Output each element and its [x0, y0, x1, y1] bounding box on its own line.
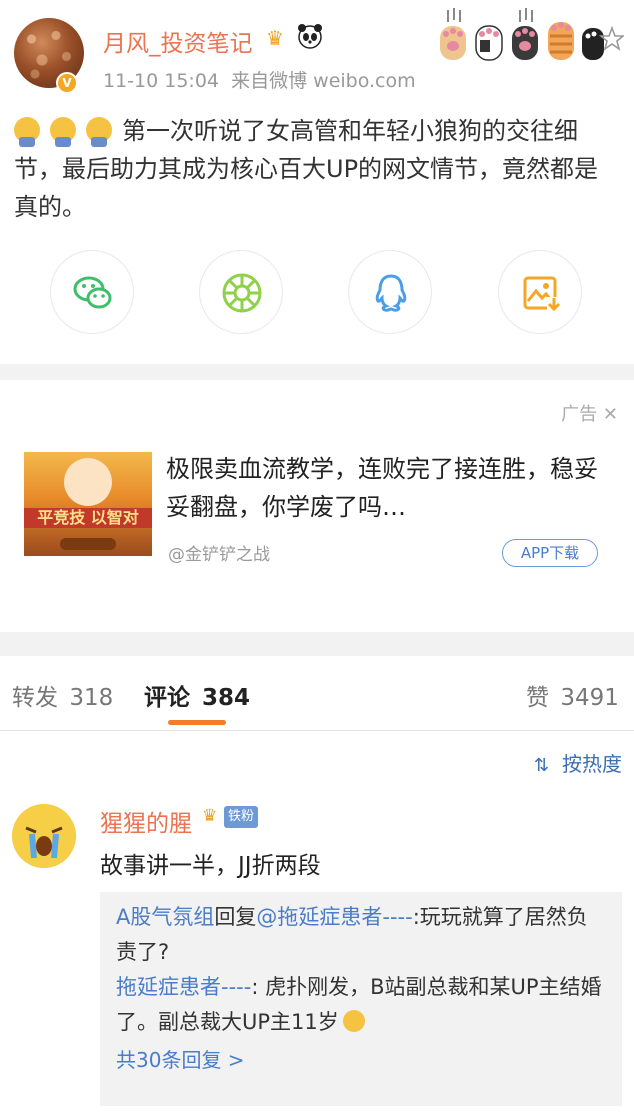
- reply-word: 回复: [214, 905, 257, 929]
- sort-button[interactable]: ⇅ 按热度: [534, 748, 622, 777]
- ad-tag[interactable]: 广告 ✕: [561, 400, 618, 426]
- fan-badge: 铁粉: [224, 806, 259, 828]
- comment-item: 猩猩的腥 ♛ 铁粉 故事讲一半，JJ折两段 A股气氛组回复@拖延症患者----:…: [0, 790, 634, 1112]
- ad-card[interactable]: 广告 ✕ 平竞技 以智对 极限卖血流教学，连败完了接连胜，稳妥妥翻盘，你学废了吗…: [0, 380, 634, 632]
- ad-close-icon[interactable]: ✕: [603, 404, 618, 425]
- reply-item: A股气氛组回复@拖延症患者----:玩玩就算了居然负责了?: [116, 900, 608, 970]
- active-tab-indicator: [168, 720, 226, 725]
- sort-label: 按热度: [562, 752, 622, 776]
- emoji-icon: [14, 117, 40, 147]
- share-row: [0, 250, 634, 336]
- ad-image-text: 平竞技 以智对: [24, 508, 152, 528]
- post-source[interactable]: 来自微博 weibo.com: [231, 70, 416, 92]
- tab-comment-count: 384: [202, 685, 251, 711]
- moments-icon: [222, 273, 262, 313]
- share-qq-button[interactable]: [348, 250, 432, 334]
- section-gap: [0, 632, 634, 656]
- share-moments-button[interactable]: [199, 250, 283, 334]
- reply-mention[interactable]: @拖延症患者----: [256, 905, 412, 929]
- ad-author[interactable]: @金铲铲之战: [168, 540, 270, 565]
- emoji-icon: [86, 117, 112, 147]
- tab-comment-label: 评论: [144, 685, 190, 711]
- reply-author[interactable]: A股气氛组: [116, 905, 214, 929]
- tab-repost-count: 318: [69, 685, 114, 711]
- star-icon: [598, 25, 624, 51]
- save-image-icon: [523, 276, 561, 312]
- weibo-post: V 月风_投资笔记 ♛ 11-10 15:04 来自微博 weibo.com 第…: [0, 0, 634, 364]
- ad-character: [64, 458, 112, 506]
- paw-icon-3: [512, 8, 538, 60]
- emoji-icon: [50, 117, 76, 147]
- crown-icon: ♛: [266, 26, 284, 50]
- post-username[interactable]: 月风_投资笔记: [103, 24, 253, 58]
- save-image-button[interactable]: [498, 250, 582, 334]
- wechat-icon: [73, 276, 112, 309]
- post-time: 11-10 15:04: [103, 70, 220, 92]
- paw-icon-4: [548, 22, 574, 60]
- tab-repost-label: 转发: [12, 685, 58, 711]
- post-text: 第一次听说了女高管和年轻小狼狗的交往细节，最后助力其成为核心百大UP的网文情节，…: [14, 112, 614, 226]
- section-gap: [0, 364, 634, 380]
- app-download-button[interactable]: APP下载: [502, 539, 598, 567]
- paw-icons: [440, 8, 624, 61]
- divider: [0, 730, 634, 731]
- ad-image[interactable]: 平竞技 以智对: [24, 452, 152, 556]
- ad-label: 广告: [561, 404, 598, 425]
- qq-icon: [375, 274, 407, 312]
- post-meta: 11-10 15:04 来自微博 weibo.com: [103, 66, 416, 93]
- paw-icon-1: [440, 8, 466, 60]
- interaction-tabs: 转发 318 评论 384 赞 3491: [0, 656, 634, 730]
- reply-item: 拖延症患者----: 虎扑刚发，B站副总裁和某UP主结婚了。副总裁大UP主11岁: [116, 970, 608, 1040]
- tab-repost[interactable]: 转发 318: [12, 678, 113, 712]
- commenter-avatar[interactable]: [12, 804, 76, 868]
- ad-image-button: [60, 538, 116, 550]
- tab-like-label: 赞: [526, 685, 549, 711]
- reply-author[interactable]: 拖延症患者----: [116, 975, 251, 999]
- more-replies-link[interactable]: 共30条回复 >: [116, 1044, 608, 1073]
- tab-like[interactable]: 赞 3491: [526, 678, 619, 712]
- sort-icon: ⇅: [534, 755, 550, 776]
- paw-icon-5: [582, 28, 604, 60]
- verified-badge: V: [56, 72, 78, 94]
- tab-like-count: 3491: [560, 685, 619, 711]
- tab-comment[interactable]: 评论 384: [144, 678, 250, 712]
- reply-thread[interactable]: A股气氛组回复@拖延症患者----:玩玩就算了居然负责了? 拖延症患者----:…: [100, 892, 622, 1106]
- share-wechat-button[interactable]: [50, 250, 134, 334]
- commenter-name[interactable]: 猩猩的腥: [100, 804, 192, 838]
- crown-icon: ♛: [202, 806, 218, 826]
- panda-icon: [298, 24, 322, 49]
- paw-icon-2: [475, 25, 503, 61]
- ad-title[interactable]: 极限卖血流教学，连败完了接连胜，稳妥妥翻盘，你学废了吗…: [166, 450, 606, 526]
- tongue-emoji-icon: [342, 1010, 365, 1032]
- comment-text: 故事讲一半，JJ折两段: [100, 853, 321, 879]
